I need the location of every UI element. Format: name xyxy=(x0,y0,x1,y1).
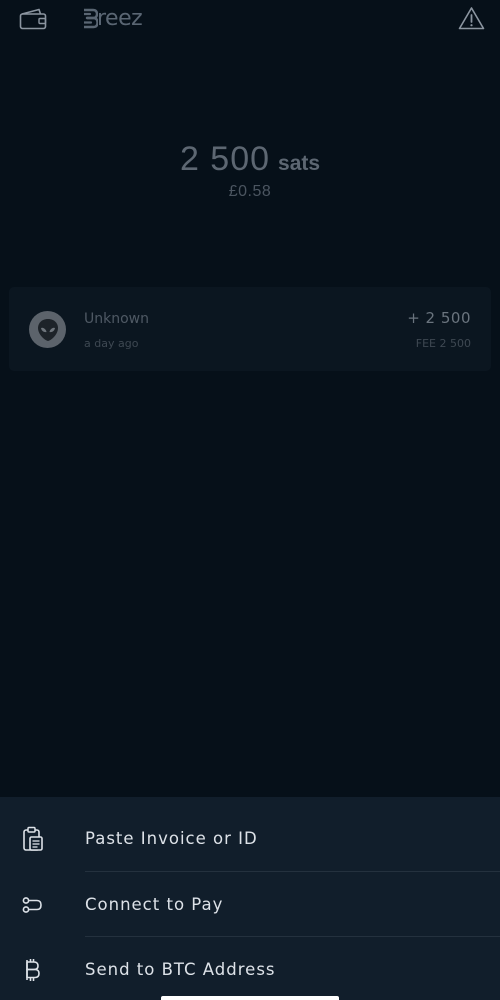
connect-to-pay-label: Connect to Pay xyxy=(85,895,224,914)
transaction-time: a day ago xyxy=(84,337,139,350)
alien-avatar-icon xyxy=(29,311,66,348)
transaction-amount: + 2 500 xyxy=(407,309,471,327)
wallet-screen: reez 2 500 sats £0.58 Unknown a day ago … xyxy=(0,0,500,1000)
bitcoin-icon xyxy=(26,958,40,981)
balance-main: 2 500 sats xyxy=(0,140,500,179)
breez-logo: reez xyxy=(84,4,143,34)
balance-display[interactable]: 2 500 sats £0.58 xyxy=(0,140,500,201)
breez-logo-mark xyxy=(84,8,98,29)
paste-invoice-label: Paste Invoice or ID xyxy=(85,829,258,848)
warning-icon[interactable] xyxy=(458,6,485,30)
home-indicator[interactable] xyxy=(161,996,339,1000)
connect-to-pay-button[interactable]: Connect to Pay xyxy=(0,872,500,937)
send-to-btc-label: Send to BTC Address xyxy=(85,960,276,979)
send-options-sheet: Paste Invoice or ID Connect to Pay Send … xyxy=(0,797,500,1000)
balance-fiat: £0.58 xyxy=(228,183,272,200)
wallet-icon[interactable] xyxy=(19,8,47,30)
transaction-item[interactable]: Unknown a day ago + 2 500 FEE 2 500 xyxy=(9,287,491,371)
clipboard-icon xyxy=(23,826,43,851)
connect-icon xyxy=(22,896,42,913)
balance-amount: 2 500 xyxy=(179,140,271,178)
alien-head-icon xyxy=(37,318,58,341)
send-to-btc-address-button[interactable]: Send to BTC Address xyxy=(0,937,500,1000)
balance-unit: sats xyxy=(278,152,321,175)
paste-invoice-button[interactable]: Paste Invoice or ID xyxy=(0,806,500,871)
logo-text: reez xyxy=(97,6,143,31)
transaction-title: Unknown xyxy=(84,311,149,327)
transaction-fee: FEE 2 500 xyxy=(415,337,471,350)
